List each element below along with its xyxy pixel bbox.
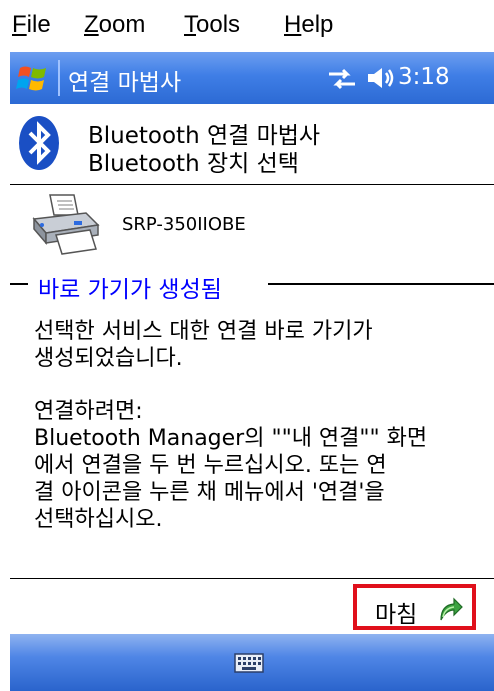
- menu-tools[interactable]: Tools: [184, 11, 240, 39]
- device-row: SRP-350IIOBE: [30, 193, 470, 257]
- section-title: 바로 가기가 생성됨: [38, 277, 222, 303]
- menu-help[interactable]: Help: [284, 11, 333, 39]
- wizard-header: Bluetooth 연결 마법사 Bluetooth 장치 선택: [10, 104, 494, 184]
- finish-label: 마침: [375, 602, 418, 628]
- windows-start-icon[interactable]: [16, 62, 50, 96]
- header-subtitle: Bluetooth 장치 선택: [88, 151, 299, 177]
- section-rule-left: [10, 283, 28, 285]
- section-rule-right: [268, 283, 494, 285]
- footer-divider: [10, 578, 494, 579]
- finish-button[interactable]: 마침: [353, 584, 476, 630]
- clock-time[interactable]: 3:18: [398, 64, 450, 90]
- section-header: 바로 가기가 생성됨: [10, 264, 494, 304]
- keyboard-icon[interactable]: [234, 653, 264, 673]
- menu-file[interactable]: File: [12, 11, 51, 39]
- printer-icon: [32, 194, 100, 255]
- info-paragraph: 선택한 서비스 대한 연결 바로 가기가 생성되었습니다.: [34, 319, 373, 371]
- header-divider: [10, 184, 494, 185]
- title-separator: [58, 60, 60, 96]
- device-name: SRP-350IIOBE: [122, 214, 246, 235]
- bottom-command-bar: [10, 634, 494, 691]
- bluetooth-icon: [19, 116, 59, 170]
- volume-icon[interactable]: [365, 64, 395, 92]
- window-title: 연결 마법사: [68, 70, 182, 96]
- connectivity-icon[interactable]: [325, 66, 359, 92]
- instructions-paragraph: 연결하려면: Bluetooth Manager의 ""내 연결"" 화면 에서…: [34, 399, 428, 532]
- title-bar: 연결 마법사 3:18: [10, 52, 494, 104]
- menu-zoom[interactable]: Zoom: [84, 11, 145, 39]
- next-arrow-icon: [440, 597, 463, 621]
- menu-bar: File Zoom Tools Help: [0, 0, 494, 52]
